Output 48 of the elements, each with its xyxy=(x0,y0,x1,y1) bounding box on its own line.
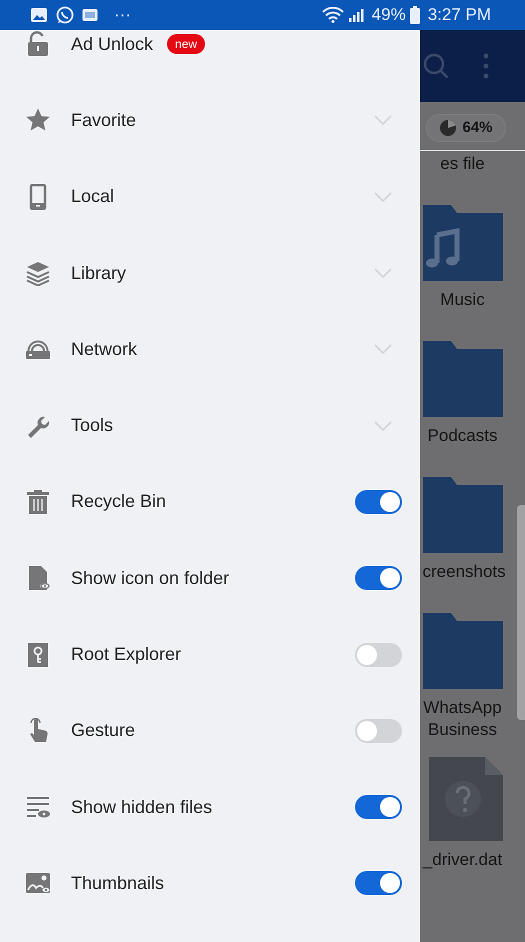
file-item[interactable]: Music xyxy=(420,175,505,311)
key-icon xyxy=(25,642,51,668)
drawer-item[interactable]: Gesture xyxy=(0,692,420,769)
folder-icon xyxy=(422,341,502,417)
notification-more: ··· xyxy=(114,4,131,26)
toggle-switch[interactable] xyxy=(355,490,402,514)
trash-icon xyxy=(25,488,51,515)
folder-icon xyxy=(422,477,502,553)
toggle-switch[interactable] xyxy=(355,718,402,743)
list-eye-icon xyxy=(25,794,51,820)
file-item[interactable]: creenshots xyxy=(420,447,505,583)
image-icon xyxy=(30,7,48,23)
toggle-switch[interactable] xyxy=(355,566,402,590)
drawer-item[interactable]: Show hidden files xyxy=(0,768,420,846)
drawer-item[interactable]: Recycle Bin xyxy=(0,464,420,540)
drawer-item[interactable]: Ad Unlock new xyxy=(0,30,420,82)
star-icon xyxy=(25,107,51,134)
music-folder-icon xyxy=(422,205,502,281)
file-item[interactable]: es file xyxy=(420,153,505,175)
wifi-icon xyxy=(322,7,344,23)
drawer-item[interactable]: Library xyxy=(0,234,420,312)
chat-icon xyxy=(56,6,74,24)
drawer-item[interactable]: Network xyxy=(0,311,420,388)
signal-icon xyxy=(348,7,364,23)
toggle-switch[interactable] xyxy=(355,642,402,667)
battery-icon xyxy=(410,6,420,24)
search-icon xyxy=(423,53,449,79)
storage-chip[interactable]: 64% xyxy=(426,114,506,142)
sim-card-icon xyxy=(82,8,98,22)
toggle-switch[interactable] xyxy=(355,871,402,896)
drawer-item[interactable]: Favorite xyxy=(0,82,420,159)
layers-icon xyxy=(25,260,51,286)
pie-chart-icon xyxy=(439,119,458,137)
toggle-switch[interactable] xyxy=(355,795,402,820)
file-item[interactable]: WhatsApp Business xyxy=(420,583,505,741)
drawer-item[interactable]: Root Explorer xyxy=(0,616,420,693)
more-icon xyxy=(483,53,489,79)
folder-icon xyxy=(422,613,502,689)
battery-percent: 49% xyxy=(372,4,406,26)
scrollbar[interactable] xyxy=(517,505,525,720)
file-item[interactable]: Podcasts xyxy=(420,311,505,447)
clock-time: 3:27 PM xyxy=(428,4,491,26)
drawer-item[interactable]: Tools xyxy=(0,387,420,464)
new-badge: new xyxy=(167,34,206,54)
drawer-item[interactable]: Show icon on folder xyxy=(0,540,420,616)
drawer-item[interactable]: Local xyxy=(0,158,420,235)
file-item[interactable]: _driver.dat xyxy=(420,741,505,871)
drawer-item[interactable]: Thumbnails xyxy=(0,845,420,922)
